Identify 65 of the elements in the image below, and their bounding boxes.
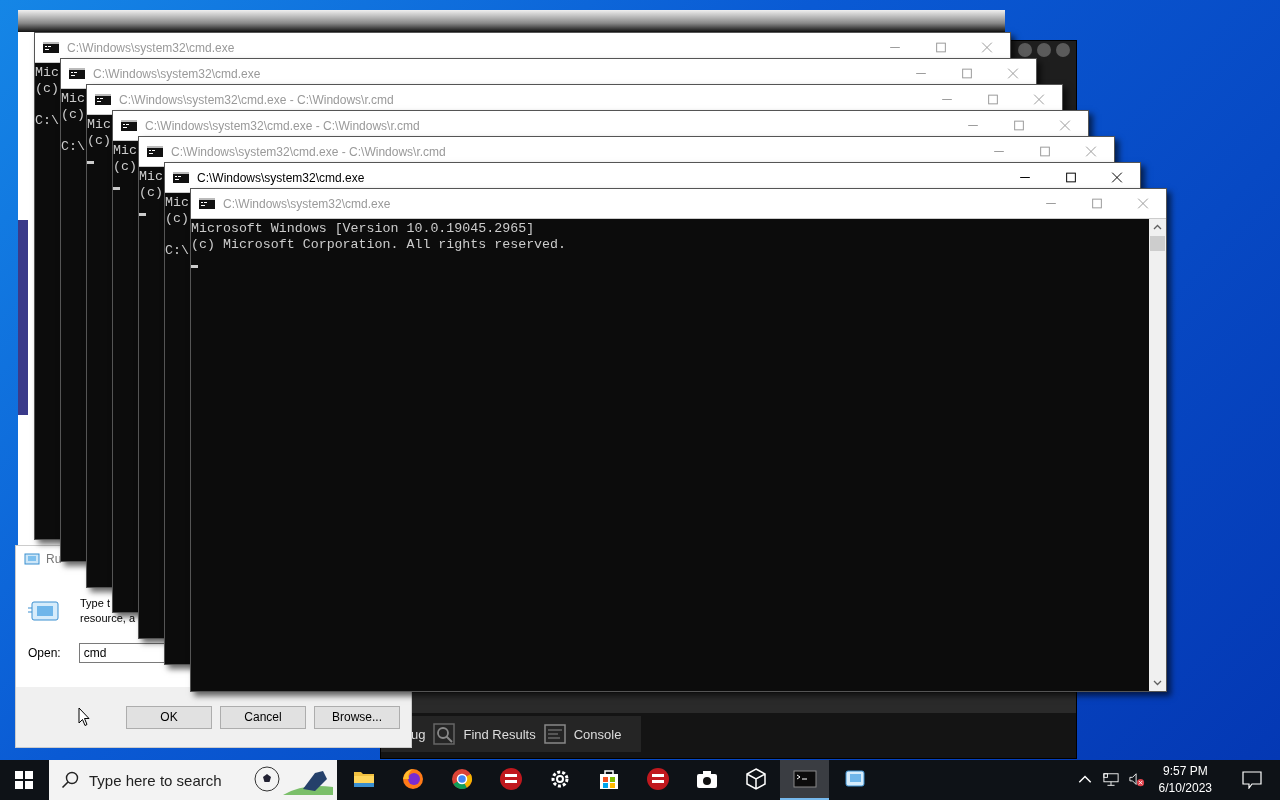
console-line: Microsoft Windows [Version 10.0.19045.2965] — [191, 221, 535, 237]
console-prompt: C:\ — [61, 139, 85, 155]
console-icon — [543, 723, 566, 745]
window-title: C:\Windows\system32\cmd.exe - C:\Windows\r.cmd — [145, 118, 420, 133]
window-title: C:\Windows\system32\cmd.exe - C:\Windows\r.cmd — [171, 144, 446, 159]
cube-icon — [743, 767, 768, 791]
terminal-icon — [792, 767, 817, 791]
app-icon — [400, 767, 425, 791]
network-icon[interactable] — [1102, 772, 1119, 788]
taskbar-app[interactable] — [780, 760, 829, 800]
window-title: C:\Windows\system32\cmd.exe - C:\Windows\r.cmd — [119, 92, 394, 107]
console-line: (c) Microsoft Corporation. All rights reserved. — [191, 237, 567, 253]
search-field[interactable]: Type here to search — [49, 760, 337, 800]
console-prompt: C:\ — [35, 113, 59, 129]
volume-muted-icon[interactable] — [1128, 772, 1145, 788]
window-button-icon[interactable] — [1037, 43, 1051, 57]
window-title: C:\Windows\system32\cmd.exe — [223, 196, 391, 211]
console-line: (c) — [87, 133, 111, 149]
panel-tab[interactable]: Find Results — [433, 723, 536, 745]
clock-date[interactable]: 6/10/2023 — [1158, 780, 1212, 797]
window-button-icon[interactable] — [1018, 43, 1032, 57]
console-line: Mic — [113, 143, 137, 159]
dialog-text: Type t — [80, 596, 111, 611]
run-icon — [28, 600, 60, 622]
window-title: C:\Windows\system32\cmd.exe — [93, 66, 261, 81]
console-icon — [43, 42, 59, 53]
console-line: Mic — [87, 117, 111, 133]
console-line: (c) — [165, 211, 189, 227]
app-icon — [645, 767, 670, 791]
dialog-button[interactable]: OK — [126, 705, 212, 729]
console-prompt: C:\ — [165, 243, 189, 259]
console-icon — [173, 172, 189, 183]
console-line: (c) — [113, 159, 137, 175]
window-title: C:\Windows\system32\cmd.exe — [67, 40, 235, 55]
open-field[interactable]: cmd — [78, 643, 165, 663]
console-line: (c) — [139, 185, 163, 201]
dialog-text: resource, a — [80, 611, 136, 626]
console-line: Mic — [165, 195, 189, 211]
app-icon — [449, 767, 474, 791]
scrollbar-thumb[interactable] — [1150, 236, 1165, 251]
console-line: Mic — [35, 65, 59, 81]
open-label: Open: — [28, 646, 61, 660]
dialog-button[interactable]: Browse... — [314, 705, 400, 729]
search-icon — [433, 723, 456, 745]
console-icon — [199, 198, 215, 209]
console-icon — [147, 146, 163, 157]
console-line: Mic — [61, 91, 85, 107]
window-title: C:\Windows\system32\cmd.exe — [197, 170, 365, 185]
mouse-pointer-icon — [78, 707, 90, 727]
console-line: (c) — [35, 81, 59, 97]
console-icon — [121, 120, 137, 131]
console-line: Mic — [139, 169, 163, 185]
scrollbar[interactable] — [1149, 219, 1166, 691]
dialog-button[interactable]: Cancel — [220, 705, 306, 729]
notification-icon[interactable] — [1242, 771, 1262, 789]
search-icon — [61, 771, 79, 789]
console-line: (c) — [61, 107, 85, 123]
windows-logo-icon[interactable] — [15, 771, 33, 789]
console-icon — [69, 68, 85, 79]
clock-time[interactable]: 9:57 PM — [1162, 763, 1208, 780]
run-icon — [24, 553, 40, 565]
app-icon — [498, 767, 523, 791]
panel-tab[interactable]: Console — [543, 723, 622, 745]
panel-tab[interactable]: ug — [411, 726, 426, 742]
console-icon — [95, 94, 111, 105]
